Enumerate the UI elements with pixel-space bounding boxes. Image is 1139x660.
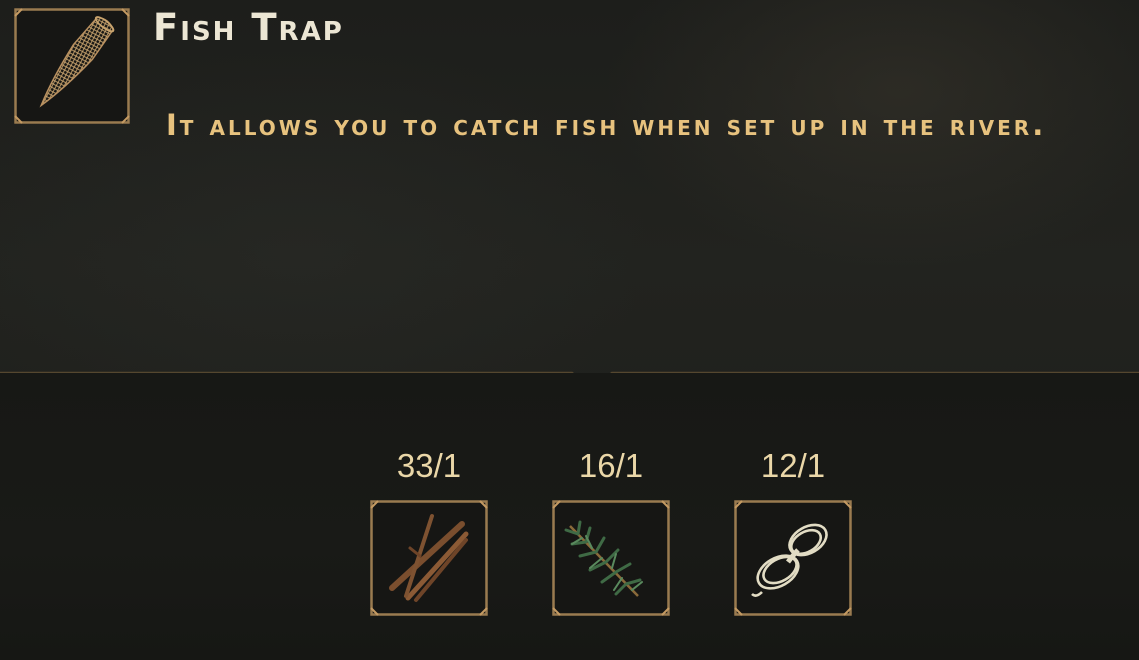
sticks-icon bbox=[370, 500, 488, 616]
item-icon-slot bbox=[14, 8, 130, 124]
requirement-slot[interactable] bbox=[370, 500, 488, 616]
requirement-count: 12/1 bbox=[760, 447, 826, 484]
requirement-count: 16/1 bbox=[578, 447, 644, 484]
rope-icon bbox=[734, 500, 852, 616]
item-description: It allows you to catch fish when set up … bbox=[166, 108, 1047, 142]
requirement-slot[interactable] bbox=[552, 500, 670, 616]
requirement-count: 33/1 bbox=[396, 447, 462, 484]
fish-trap-icon bbox=[14, 8, 130, 124]
fir-branch-icon bbox=[552, 500, 670, 616]
item-title: Fish Trap bbox=[153, 6, 344, 49]
requirement-slot[interactable] bbox=[734, 500, 852, 616]
